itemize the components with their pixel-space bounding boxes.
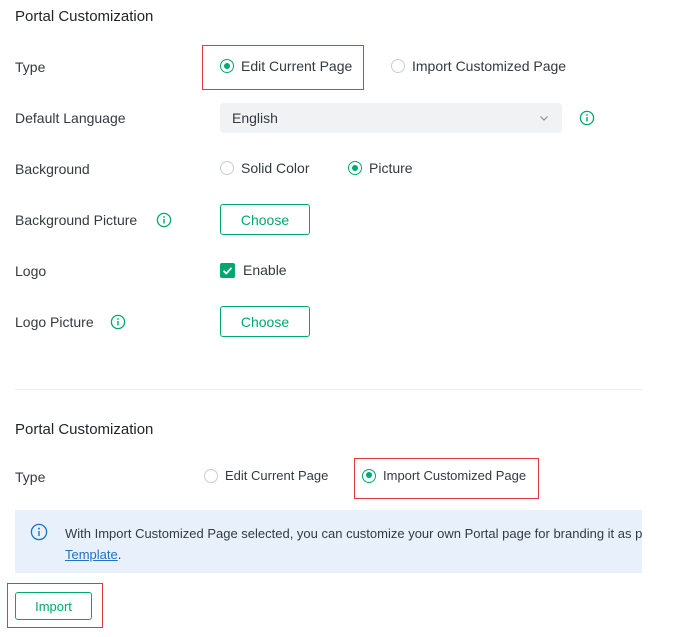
- logo-picture-label: Logo Picture: [15, 314, 94, 330]
- banner-text: With Import Customized Page selected, yo…: [65, 526, 642, 541]
- logo-enable-label: Enable: [243, 262, 287, 278]
- radio-checked-icon: [220, 59, 234, 73]
- background-label: Background: [15, 161, 90, 177]
- radio-import-customized-page[interactable]: Import Customized Page: [391, 58, 566, 74]
- radio-label: Edit Current Page: [225, 468, 329, 483]
- import-button[interactable]: Import: [15, 592, 92, 620]
- section1-title: Portal Customization: [15, 8, 154, 25]
- radio-import-customized-page[interactable]: Import Customized Page: [362, 468, 526, 483]
- radio-solid-color[interactable]: Solid Color: [220, 160, 309, 176]
- chevron-down-icon: [540, 116, 548, 121]
- banner-text-block: With Import Customized Page selected, yo…: [65, 523, 642, 565]
- radio-checked-icon: [362, 468, 376, 483]
- banner-link-line: Template.: [65, 544, 642, 565]
- radio-edit-current-page[interactable]: Edit Current Page: [220, 58, 352, 74]
- background-choose-button[interactable]: Choose: [220, 204, 310, 235]
- radio-unchecked-icon: [220, 161, 234, 175]
- info-icon[interactable]: [110, 314, 126, 330]
- info-icon[interactable]: [156, 212, 172, 228]
- radio-edit-current-page[interactable]: Edit Current Page: [204, 468, 328, 483]
- logo-enable-checkbox[interactable]: Enable: [220, 262, 287, 278]
- radio-label: Edit Current Page: [241, 58, 353, 74]
- logo-choose-button[interactable]: Choose: [220, 306, 310, 337]
- radio-label: Solid Color: [241, 160, 310, 176]
- section-divider: [15, 389, 642, 390]
- default-language-value: English: [232, 110, 278, 126]
- default-language-select[interactable]: English: [220, 103, 562, 133]
- template-link[interactable]: Template: [65, 547, 118, 562]
- checkbox-checked-icon: [220, 262, 235, 278]
- radio-unchecked-icon: [204, 468, 218, 483]
- section2-title: Portal Customization: [15, 421, 154, 438]
- info-icon: [30, 523, 48, 541]
- banner-link-suffix: .: [117, 547, 122, 562]
- radio-picture[interactable]: Picture: [348, 160, 413, 176]
- info-icon[interactable]: [579, 110, 595, 126]
- radio-unchecked-icon: [391, 59, 405, 73]
- radio-checked-icon: [348, 161, 362, 175]
- check-icon: [222, 266, 233, 275]
- radio-label: Import Customized Page: [412, 58, 567, 74]
- radio-label: Picture: [369, 160, 413, 176]
- type-label: Type: [15, 59, 46, 75]
- info-banner: With Import Customized Page selected, yo…: [15, 510, 642, 573]
- logo-label: Logo: [15, 263, 47, 279]
- default-language-label: Default Language: [15, 110, 126, 126]
- background-picture-label: Background Picture: [15, 212, 138, 228]
- type-label: Type: [15, 469, 46, 485]
- radio-label: Import Customized Page: [383, 468, 527, 483]
